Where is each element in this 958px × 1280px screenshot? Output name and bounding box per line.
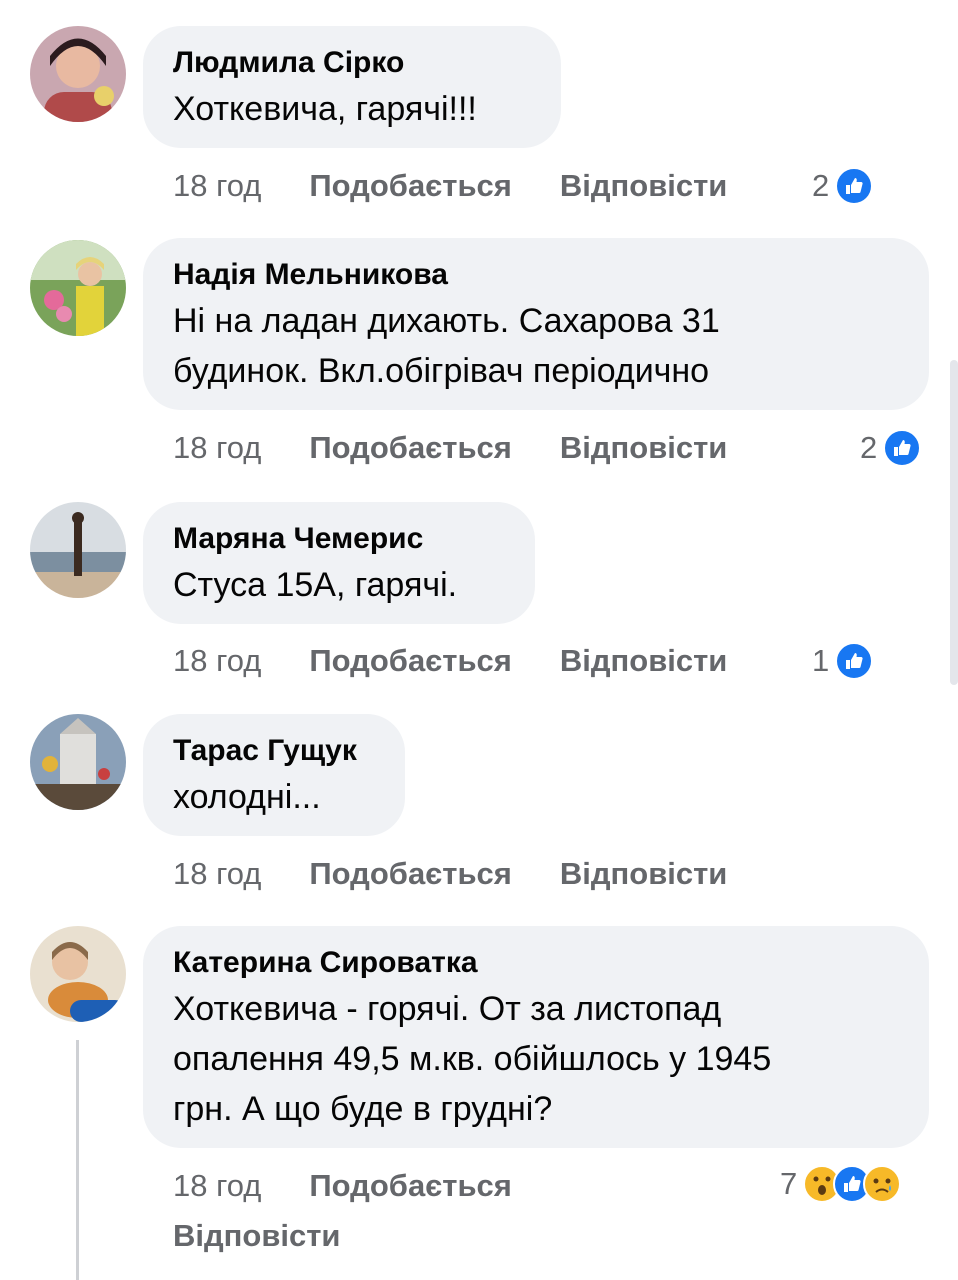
avatar[interactable] <box>30 714 126 810</box>
reaction-summary[interactable]: 7 <box>780 1164 902 1204</box>
comment-bubble: Людмила Сірко Хоткевича, гарячі!!! <box>143 26 561 148</box>
avatar[interactable] <box>30 26 126 122</box>
comment-author[interactable]: Тарас Гущук <box>173 734 375 768</box>
avatar[interactable] <box>30 240 126 336</box>
comment-time[interactable]: 18 год <box>173 1166 261 1206</box>
reply-button[interactable]: Відповісти <box>560 641 728 681</box>
reply-button[interactable]: Відповісти <box>560 166 728 206</box>
reaction-summary[interactable]: 1 <box>812 641 874 681</box>
reaction-count: 7 <box>780 1166 798 1201</box>
like-reaction-icon <box>835 642 874 680</box>
sad-reaction-icon <box>863 1165 902 1203</box>
comment-time[interactable]: 18 год <box>173 166 261 206</box>
comment-time[interactable]: 18 год <box>173 428 261 468</box>
comment-actions: 18 год Подобається Відповісти <box>173 854 727 894</box>
avatar[interactable] <box>30 926 126 1022</box>
comment-author[interactable]: Маряна Чемерис <box>173 522 505 556</box>
comment-text: холодні... <box>173 778 321 816</box>
reaction-count: 2 <box>860 430 878 465</box>
comment-bubble: Катерина Сироватка Хоткевича - горячі. О… <box>143 926 929 1148</box>
reply-thread-line <box>76 1040 79 1280</box>
comment-time[interactable]: 18 год <box>173 854 261 894</box>
like-reaction-icon <box>835 167 874 205</box>
like-reaction-icon <box>883 429 922 467</box>
comment-time[interactable]: 18 год <box>173 641 261 681</box>
like-button[interactable]: Подобається <box>309 166 512 206</box>
comment-bubble: Тарас Гущук холодні... <box>143 714 405 836</box>
comment-text: Хоткевича, гарячі!!! <box>173 90 477 128</box>
reaction-summary[interactable]: 2 <box>812 166 874 206</box>
comment-text-line: опалення 49,5 м.кв. обійшлось у 1945 <box>173 1040 772 1078</box>
comment-author[interactable]: Катерина Сироватка <box>173 946 899 980</box>
comment-text: Хоткевича - горячі. От за листопад опале… <box>173 984 899 1134</box>
reaction-count: 1 <box>812 643 830 678</box>
comment-actions: 18 год Подобається Відповісти <box>173 428 727 468</box>
comment-text-line: Ні на ладан дихають. Сахарова 31 <box>173 302 720 340</box>
comment-text: Стуса 15А, гарячі. <box>173 566 458 604</box>
comment-actions: 18 год Подобається Відповісти <box>173 641 727 681</box>
like-button[interactable]: Подобається <box>309 641 512 681</box>
reaction-summary[interactable]: 2 <box>860 428 922 468</box>
like-button[interactable]: Подобається <box>309 1166 512 1206</box>
scrollbar[interactable] <box>950 360 958 685</box>
comment-author[interactable]: Людмила Сірко <box>173 46 531 80</box>
comment-bubble: Маряна Чемерис Стуса 15А, гарячі. <box>143 502 535 624</box>
avatar[interactable] <box>30 502 126 598</box>
like-button[interactable]: Подобається <box>309 428 512 468</box>
reply-button[interactable]: Відповісти <box>173 1216 341 1256</box>
comment-text-line: Хоткевича - горячі. От за листопад <box>173 990 722 1028</box>
reply-button[interactable]: Відповісти <box>560 428 728 468</box>
reaction-count: 2 <box>812 168 830 203</box>
reply-button[interactable]: Відповісти <box>560 854 728 894</box>
comment-bubble: Надія Мельникова Ні на ладан дихають. Са… <box>143 238 929 410</box>
comment-actions-wrap: Відповісти <box>173 1216 341 1256</box>
comment-actions: 18 год Подобається <box>173 1166 512 1206</box>
comment-actions: 18 год Подобається Відповісти <box>173 166 727 206</box>
comment-text-line: грн. А що буде в грудні? <box>173 1090 553 1128</box>
like-button[interactable]: Подобається <box>309 854 512 894</box>
comment-text-line: будинок. Вкл.обігрівач періодично <box>173 352 710 390</box>
comment-text: Ні на ладан дихають. Сахарова 31 будинок… <box>173 296 899 396</box>
comment-author[interactable]: Надія Мельникова <box>173 258 899 292</box>
